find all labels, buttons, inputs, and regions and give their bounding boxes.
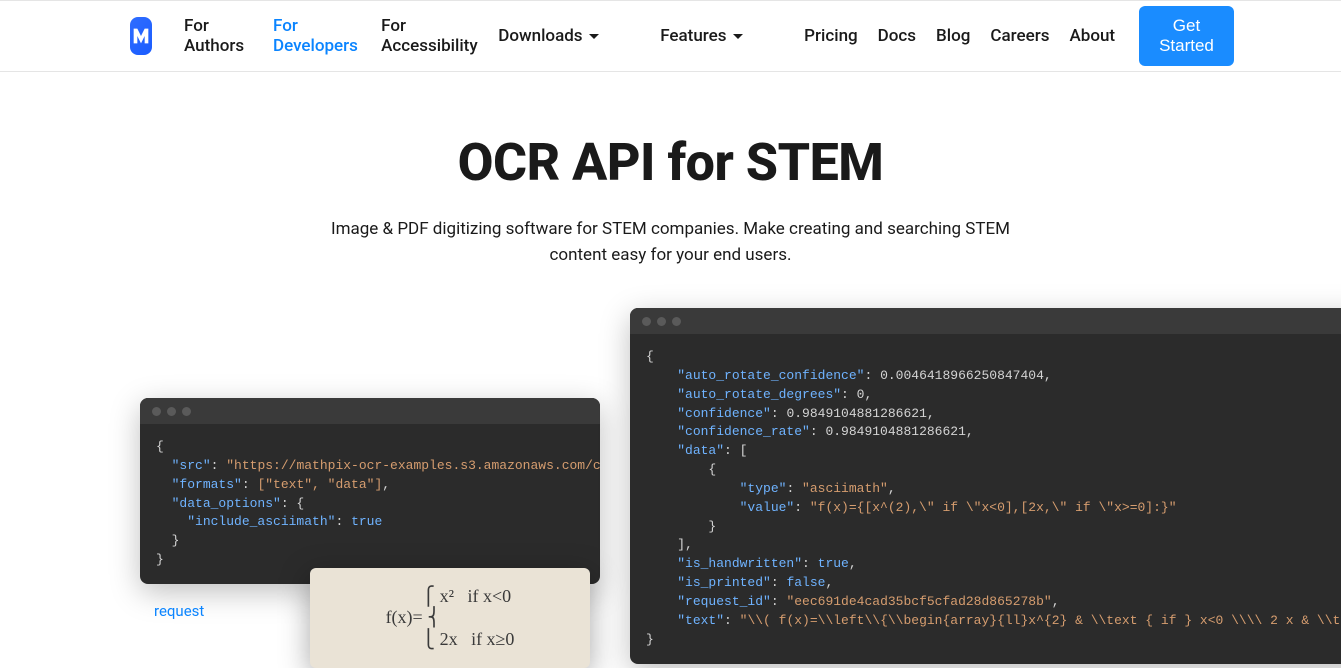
code-panels: { "src": "https://mathpix-ocr-examples.s…: [0, 308, 1341, 664]
navbar: For Authors For Developers For Accessibi…: [0, 0, 1341, 72]
response-window: { "auto_rotate_confidence": 0.0046418966…: [630, 308, 1341, 664]
hero: OCR API for STEM Image & PDF digitizing …: [0, 72, 1341, 308]
nav-links: For Authors For Developers For Accessibi…: [184, 16, 1115, 56]
logo-icon: [130, 25, 152, 47]
nav-for-accessibility[interactable]: For Accessibility: [381, 16, 478, 56]
handwritten-sample-image: ⎧ x² if x<0 f(x)= ⎨ ⎩ 2x if x≥0: [310, 568, 590, 668]
request-code: { "src": "https://mathpix-ocr-examples.s…: [140, 424, 600, 584]
traffic-light-icon: [657, 317, 666, 326]
response-panel-wrap: { "auto_rotate_confidence": 0.0046418966…: [630, 308, 1341, 664]
traffic-light-icon: [182, 407, 191, 416]
nav-pricing[interactable]: Pricing: [804, 26, 858, 46]
logo[interactable]: [130, 17, 152, 55]
nav-careers[interactable]: Careers: [990, 26, 1049, 46]
response-code: { "auto_rotate_confidence": 0.0046418966…: [630, 334, 1341, 664]
nav-blog[interactable]: Blog: [936, 26, 970, 46]
nav-downloads[interactable]: Downloads: [498, 26, 598, 46]
handwriting-text: ⎧ x² if x<0 f(x)= ⎨ ⎩ 2x if x≥0: [386, 586, 515, 651]
nav-docs[interactable]: Docs: [878, 26, 916, 46]
window-titlebar: [630, 308, 1341, 334]
get-started-button[interactable]: Get Started: [1139, 6, 1234, 66]
nav-about[interactable]: About: [1070, 26, 1116, 46]
nav-for-developers[interactable]: For Developers: [273, 16, 361, 56]
request-window: { "src": "https://mathpix-ocr-examples.s…: [140, 398, 600, 584]
nav-features[interactable]: Features: [660, 26, 742, 46]
chevron-down-icon: [589, 34, 599, 39]
traffic-light-icon: [167, 407, 176, 416]
traffic-light-icon: [152, 407, 161, 416]
traffic-light-icon: [672, 317, 681, 326]
page-subtitle: Image & PDF digitizing software for STEM…: [311, 217, 1031, 268]
window-titlebar: [140, 398, 600, 424]
page-title: OCR API for STEM: [20, 132, 1321, 193]
nav-for-authors[interactable]: For Authors: [184, 16, 253, 56]
request-panel-wrap: { "src": "https://mathpix-ocr-examples.s…: [140, 398, 600, 620]
chevron-down-icon: [733, 34, 743, 39]
traffic-light-icon: [642, 317, 651, 326]
